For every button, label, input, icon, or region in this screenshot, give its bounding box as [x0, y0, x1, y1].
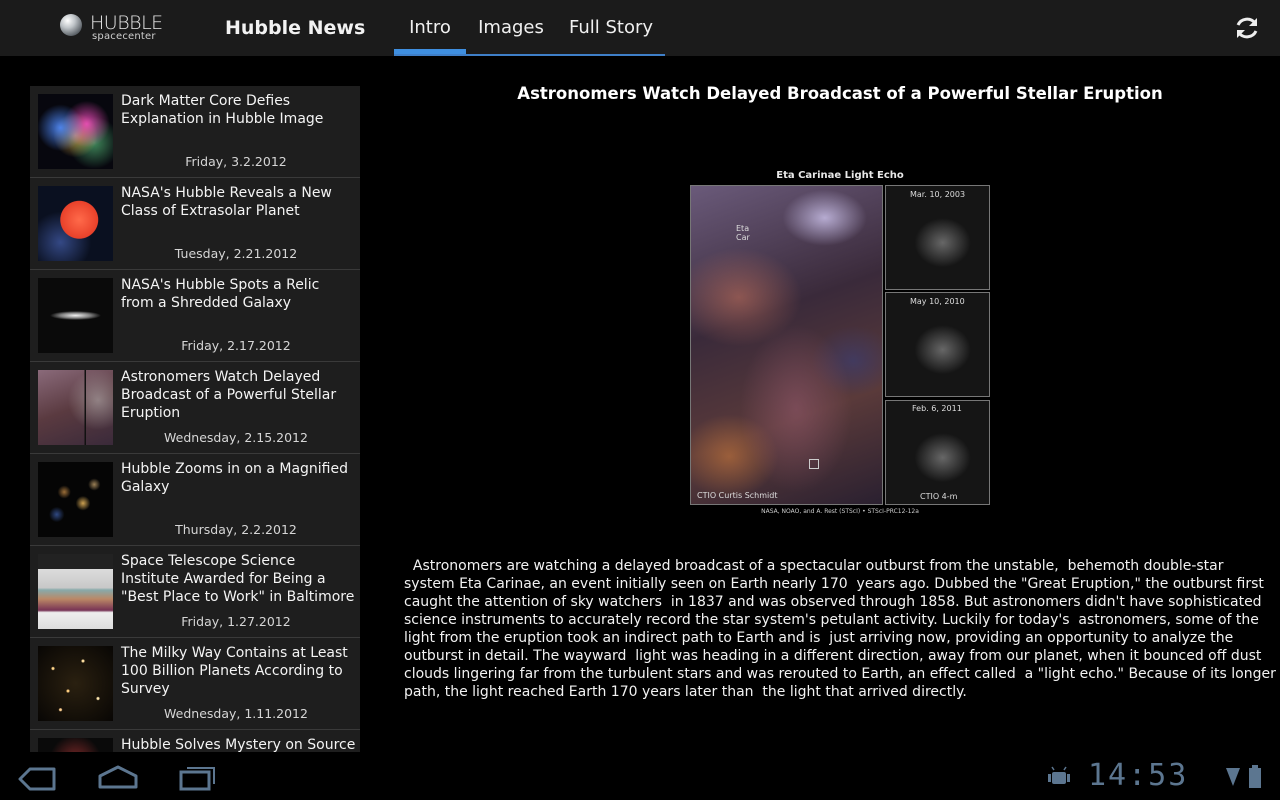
news-item-date: Wednesday, 2.15.2012 — [164, 430, 308, 445]
news-item-title: The Milky Way Contains at Least 100 Bill… — [121, 645, 348, 697]
crowd-photo-thumbnail — [38, 554, 113, 629]
news-item[interactable]: Dark Matter Core Defies Explanation in H… — [30, 86, 360, 178]
edge-on-galaxy-thumbnail — [38, 278, 113, 353]
panel-date: Mar. 10, 2003 — [910, 190, 966, 199]
news-item-title: NASA's Hubble Reveals a New Class of Ext… — [121, 185, 332, 219]
hubble-logo[interactable]: HUBBLE spacecenter — [60, 12, 170, 46]
back-icon[interactable] — [16, 766, 58, 792]
news-item-title: Astronomers Watch Delayed Broadcast of a… — [121, 369, 337, 421]
partial-thumbnail — [38, 738, 113, 752]
news-item-date: Friday, 2.17.2012 — [181, 338, 291, 353]
news-item-date: Friday, 3.2.2012 — [185, 154, 287, 169]
figure-main-image: Eta Car CTIO Curtis Schmidt — [690, 185, 883, 505]
figure-panel-1: Mar. 10, 2003 — [885, 185, 990, 290]
refresh-icon[interactable] — [1233, 14, 1261, 42]
news-item-title: Space Telescope Science Institute Awarde… — [121, 553, 355, 605]
figure-title: Eta Carinae Light Echo — [776, 170, 904, 181]
hubble-orb-icon — [60, 14, 82, 36]
battery-icon — [1249, 765, 1261, 788]
news-item-title: Hubble Zooms in on a Magnified Galaxy — [121, 461, 348, 495]
news-item[interactable]: NASA's Hubble Reveals a New Class of Ext… — [30, 178, 360, 270]
panel-date: Feb. 6, 2011 — [912, 404, 962, 413]
news-item-date: Friday, 1.27.2012 — [181, 614, 291, 629]
news-item-title: Hubble Solves Mystery on Source — [121, 737, 356, 752]
android-notification-icon[interactable] — [1046, 766, 1072, 788]
news-item-date: Tuesday, 2.21.2012 — [174, 246, 298, 261]
news-item-title: NASA's Hubble Spots a Relic from a Shred… — [121, 277, 320, 311]
tab-bar: Intro Images Full Story — [394, 0, 665, 56]
magnified-galaxy-thumbnail — [38, 462, 113, 537]
signal-icon — [1226, 768, 1240, 786]
logo-subtitle: spacecenter — [92, 31, 156, 42]
news-item[interactable]: Hubble Zooms in on a Magnified Galaxy Th… — [30, 454, 360, 546]
tab-intro[interactable]: Intro — [394, 0, 466, 54]
figure-credit: NASA, NOAO, and A. Rest (STScI) • STScI-… — [761, 508, 919, 515]
tab-intro-label: Intro — [409, 17, 451, 38]
figure-panel-3: Feb. 6, 2011 CTIO 4-m — [885, 400, 990, 505]
dark-matter-thumbnail — [38, 94, 113, 169]
eta-carinae-thumbnail — [38, 370, 113, 445]
news-item-title: Dark Matter Core Defies Explanation in H… — [121, 93, 324, 127]
status-clock: 14:53 — [1088, 758, 1189, 793]
home-icon[interactable] — [96, 764, 140, 790]
news-item[interactable]: Space Telescope Science Institute Awarde… — [30, 546, 360, 638]
credit-right: CTIO 4-m — [920, 492, 958, 501]
tab-images-label: Images — [478, 17, 544, 38]
news-item[interactable]: Hubble Solves Mystery on Source — [30, 730, 360, 752]
inset-marker — [809, 459, 819, 469]
star-label: Eta Car — [736, 224, 750, 242]
article-figure[interactable]: Eta Carinae Light Echo Eta Car CTIO Curt… — [680, 168, 1000, 520]
credit-left: CTIO Curtis Schmidt — [697, 491, 778, 500]
news-item-date: Thursday, 2.2.2012 — [175, 522, 297, 537]
tab-full-story-label: Full Story — [568, 17, 654, 38]
recent-apps-icon[interactable] — [177, 764, 219, 792]
news-item[interactable]: NASA's Hubble Spots a Relic from a Shred… — [30, 270, 360, 362]
starfield-thumbnail — [38, 646, 113, 721]
news-item-date: Wednesday, 1.11.2012 — [164, 706, 308, 721]
news-item[interactable]: The Milky Way Contains at Least 100 Bill… — [30, 638, 360, 730]
panel-date: May 10, 2010 — [910, 297, 965, 306]
system-bar: 14:53 — [0, 752, 1280, 800]
app-title: Hubble News — [225, 17, 366, 39]
news-item[interactable]: Astronomers Watch Delayed Broadcast of a… — [30, 362, 360, 454]
article-headline: Astronomers Watch Delayed Broadcast of a… — [517, 84, 1163, 103]
tab-images[interactable]: Images — [472, 0, 550, 54]
tab-full-story[interactable]: Full Story — [566, 0, 656, 54]
article-body: Astronomers are watching a delayed broad… — [404, 558, 1280, 700]
red-planet-thumbnail — [38, 186, 113, 261]
figure-panel-2: May 10, 2010 — [885, 292, 990, 397]
action-bar: HUBBLE spacecenter Hubble News Intro Ima… — [0, 0, 1280, 56]
news-list[interactable]: Dark Matter Core Defies Explanation in H… — [30, 86, 360, 752]
